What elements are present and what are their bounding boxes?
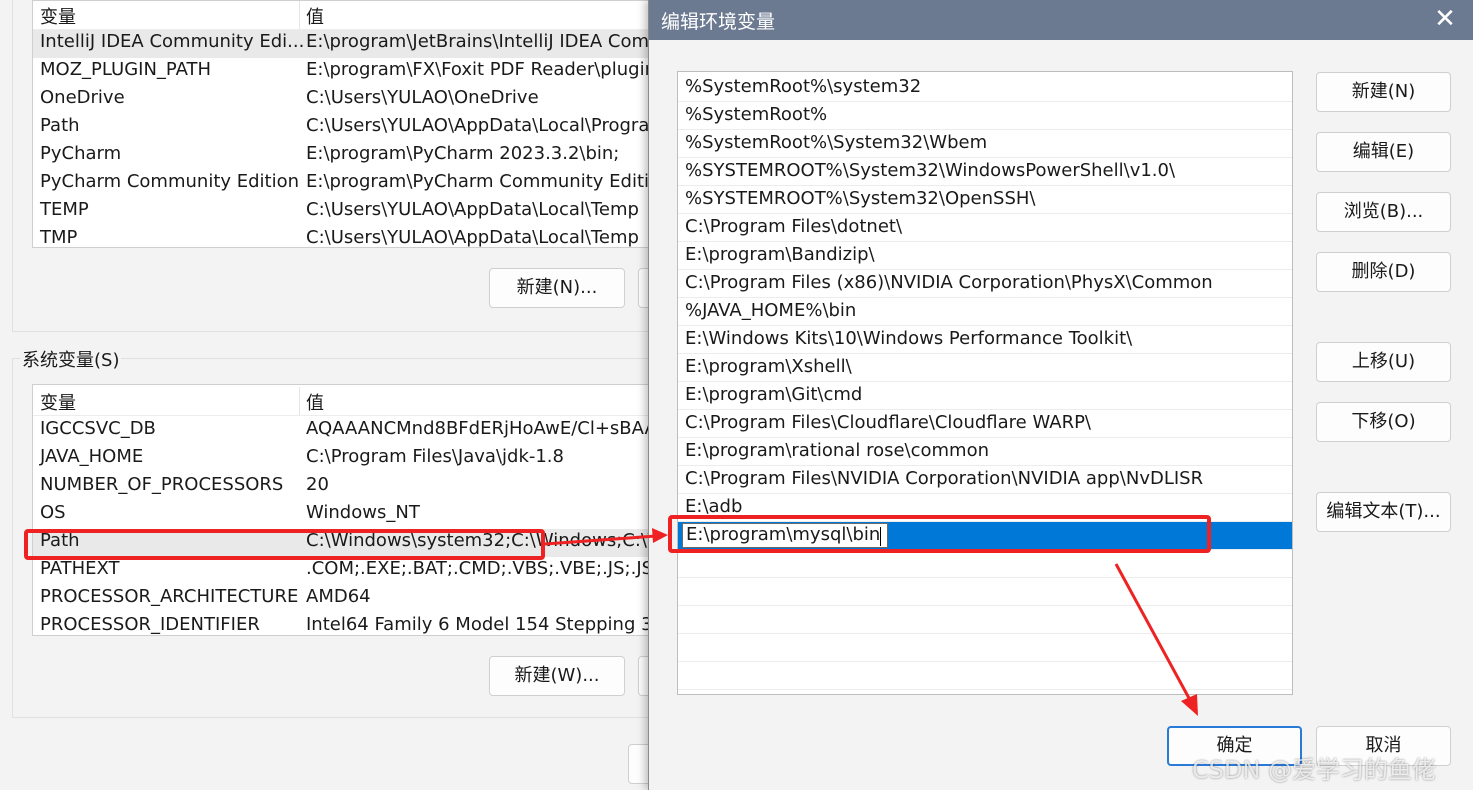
arrow-to-new-entry	[544, 534, 657, 546]
arrowhead-to-ok	[1181, 694, 1198, 716]
arrowhead-to-new-entry	[652, 528, 668, 543]
annotation-arrows	[544, 528, 1198, 716]
arrow-to-ok	[1114, 563, 1192, 701]
watermark: CSDN @爱学习的鱼佬	[1192, 756, 1437, 784]
